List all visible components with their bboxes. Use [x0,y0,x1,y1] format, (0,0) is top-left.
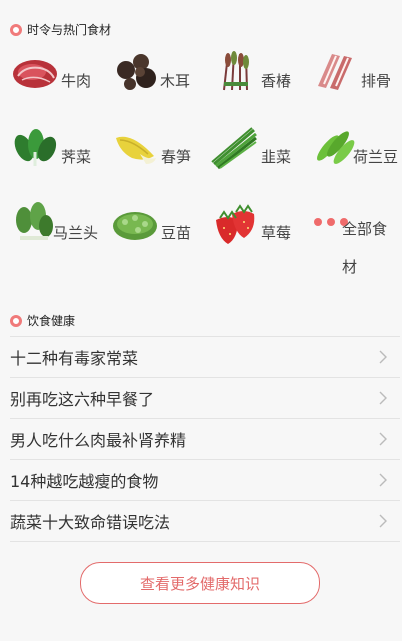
ingredient-pea-sprouts[interactable]: 豆苗 [100,198,200,268]
ingredient-shepherds-purse[interactable]: 荠菜 [0,122,100,192]
article-title: 别再吃这六种早餐了 [10,390,155,409]
chives-icon [211,127,257,170]
ingredient-label: 木耳 [160,72,191,90]
health-article-list: 十二种有毒家常菜 别再吃这六种早餐了 男人吃什么肉最补肾养精 14种越吃越瘦的食… [10,336,400,542]
ingredient-label: 荷兰豆 [353,148,399,166]
strawberry-icon [216,204,255,244]
ingredient-label: 豆苗 [161,224,192,242]
ingredient-wood-ear[interactable]: 木耳 [100,46,200,116]
chevron-right-icon [379,432,387,446]
ingredient-label: 马兰头 [53,224,99,242]
section-header-health: 饮食健康 [10,312,75,329]
list-item[interactable]: 男人吃什么肉最补肾养精 [10,419,400,460]
ingredient-malan-greens[interactable]: 马兰头 [0,198,100,268]
article-title: 14种越吃越瘦的食物 [10,472,159,491]
section-header-ingredients: 时令与热门食材 [10,21,111,38]
ingredient-label: 牛肉 [61,72,92,90]
chevron-right-icon [379,391,387,405]
ingredient-snow-pea[interactable]: 荷兰豆 [300,122,400,192]
ingredient-label: 韭菜 [261,148,292,166]
pea-sprouts-icon [113,212,157,240]
ingredient-strawberry[interactable]: 草莓 [200,198,300,268]
shepherds-purse-icon [14,129,57,166]
chevron-right-icon [379,350,387,364]
article-title: 十二种有毒家常菜 [10,349,139,368]
section-title: 饮食健康 [27,314,76,328]
ingredient-ribs[interactable]: 排骨 [300,46,400,116]
ingredient-label: 荠菜 [61,148,92,166]
ingredient-label: 排骨 [361,72,392,90]
bamboo-shoot-icon [116,136,156,164]
ingredient-toon-sprout[interactable]: 香椿 [200,46,300,116]
list-item[interactable]: 十二种有毒家常菜 [10,337,400,378]
list-item[interactable]: 蔬菜十大致命错误吃法 [10,501,400,542]
section-title: 时令与热门食材 [27,23,112,37]
wood-ear-icon [117,54,156,90]
chevron-right-icon [379,473,387,487]
bullet-ring-icon [10,23,22,36]
ribs-icon [318,54,352,90]
ingredient-label: 草莓 [261,224,292,242]
ingredient-chives[interactable]: 韭菜 [200,122,300,192]
chevron-right-icon [379,514,387,528]
ingredient-label: 香椿 [261,72,292,90]
article-title: 蔬菜十大致命错误吃法 [10,513,171,532]
ingredient-label: 全部食材 [342,220,388,276]
beef-icon [13,60,57,88]
list-item[interactable]: 14种越吃越瘦的食物 [10,460,400,501]
bullet-ring-icon [10,314,22,327]
all-ingredients-link[interactable]: 全部食材 [300,198,400,276]
ingredient-label: 春笋 [161,148,192,166]
toon-sprout-icon [223,51,249,91]
list-item[interactable]: 别再吃这六种早餐了 [10,378,400,419]
ingredient-bamboo-shoot[interactable]: 春笋 [100,122,200,192]
ingredient-beef[interactable]: 牛肉 [0,46,100,116]
more-health-knowledge-button[interactable]: 查看更多健康知识 [80,562,320,604]
article-title: 男人吃什么肉最补肾养精 [10,431,187,450]
